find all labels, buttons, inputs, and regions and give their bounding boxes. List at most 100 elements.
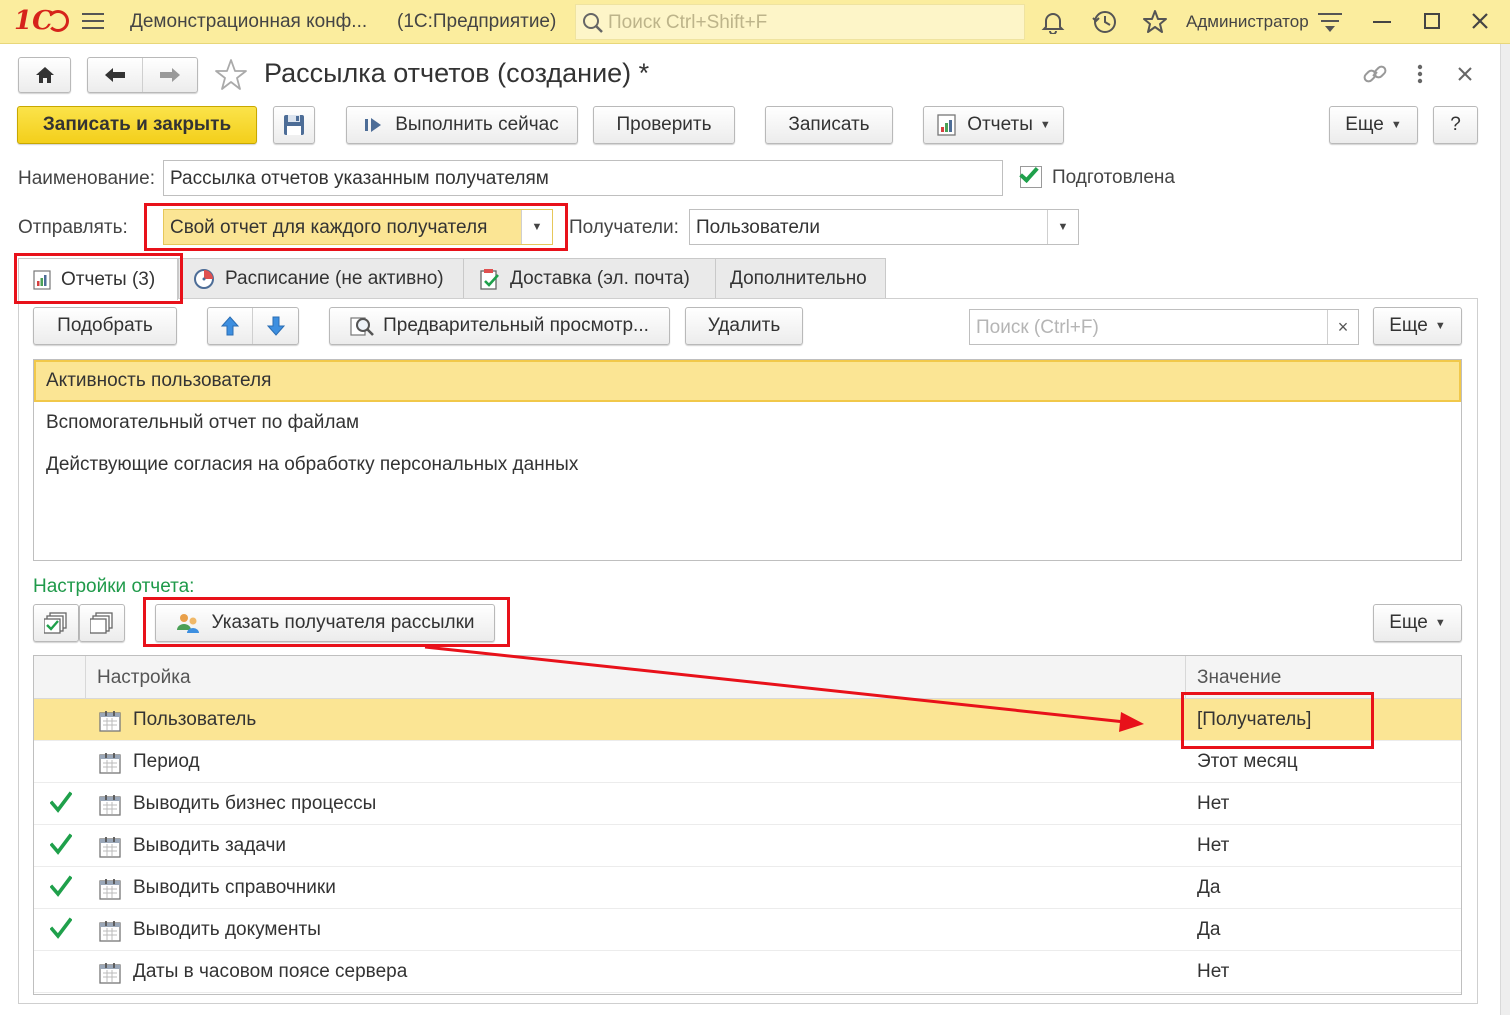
chevron-down-icon[interactable]: ▼ — [521, 210, 552, 244]
setting-value[interactable]: [Получатель] — [1197, 709, 1311, 731]
recipients-select[interactable]: Пользователи ▼ — [689, 209, 1079, 245]
send-mode-select[interactable]: Свой отчет для каждого получателя ▼ — [163, 209, 553, 245]
table-row[interactable]: Пользователь [Получатель] — [34, 699, 1461, 741]
reports-more-button[interactable]: Еще ▼ — [1373, 307, 1462, 345]
table-row[interactable]: Выводить документы Да — [34, 909, 1461, 951]
table-header: Настройка Значение — [34, 656, 1461, 699]
magnifier-icon — [350, 317, 375, 336]
uncheck-all-icon — [90, 612, 113, 634]
reports-menu-button[interactable]: Отчеты ▼ — [923, 106, 1064, 144]
run-now-button[interactable]: Выполнить сейчас — [346, 106, 578, 144]
report-icon — [33, 269, 51, 290]
specify-recipient-button[interactable]: Указать получателя рассылки — [155, 604, 495, 642]
send-label: Отправлять: — [18, 217, 128, 238]
star-icon[interactable] — [1142, 9, 1168, 35]
app-platform: (1С:Предприятие) — [397, 11, 557, 32]
more-button[interactable]: Еще ▼ — [1329, 106, 1418, 144]
uncheck-all-button[interactable] — [79, 604, 125, 642]
arrow-right-icon — [159, 68, 180, 82]
chevron-down-icon: ▼ — [1434, 320, 1446, 332]
favorite-star-icon[interactable] — [214, 58, 248, 92]
move-down-button[interactable] — [253, 308, 298, 344]
table-row[interactable]: Выводить справочники Да — [34, 867, 1461, 909]
row-use-checkbox[interactable] — [50, 833, 72, 857]
name-field[interactable]: Рассылка отчетов указанным получателям — [163, 160, 1003, 196]
reports-search-input[interactable]: Поиск (Ctrl+F) × — [969, 309, 1359, 345]
check-button[interactable]: Проверить — [593, 106, 735, 144]
global-search-input[interactable]: Поиск Ctrl+Shift+F — [575, 4, 1025, 40]
list-item[interactable]: Вспомогательный отчет по файлам — [34, 402, 1461, 444]
close-icon[interactable] — [1470, 11, 1490, 31]
home-icon — [35, 67, 54, 83]
settings-icon[interactable] — [1318, 11, 1342, 33]
name-label: Наименование: — [18, 168, 155, 189]
form-close-icon[interactable] — [1458, 67, 1472, 81]
bell-icon[interactable] — [1041, 10, 1065, 34]
menu-icon[interactable] — [82, 10, 104, 32]
back-button[interactable] — [88, 58, 143, 92]
arrow-up-icon — [221, 316, 239, 336]
help-button[interactable]: ? — [1433, 106, 1478, 144]
list-item[interactable]: Активность пользователя — [34, 360, 1461, 402]
chevron-down-icon: ▼ — [1390, 119, 1402, 131]
settings-more-button[interactable]: Еще ▼ — [1373, 604, 1462, 642]
column-header-value[interactable]: Значение — [1197, 667, 1281, 689]
maximize-icon[interactable] — [1424, 13, 1440, 29]
setting-name: Даты в часовом поясе сервера — [133, 961, 408, 982]
setting-table-icon — [98, 835, 122, 859]
tab-additional[interactable]: Дополнительно — [715, 258, 886, 298]
tab-schedule[interactable]: Расписание (не активно) — [178, 258, 464, 298]
form-menu-icon[interactable] — [1417, 64, 1423, 84]
nav-back-forward — [87, 57, 198, 93]
floppy-icon — [284, 115, 304, 135]
report-icon — [937, 114, 956, 136]
chevron-down-icon: ▼ — [1039, 119, 1051, 131]
app-title: Демонстрационная конф... — [130, 11, 368, 32]
recipients-label: Получатели: — [569, 217, 679, 238]
tab-delivery[interactable]: Доставка (эл. почта) — [463, 258, 716, 298]
users-icon — [176, 614, 199, 633]
tab-reports[interactable]: Отчеты (3) — [18, 258, 178, 300]
setting-value[interactable]: Нет — [1197, 961, 1229, 983]
history-icon[interactable] — [1092, 9, 1118, 35]
prepared-checkbox[interactable] — [1019, 162, 1042, 188]
check-all-icon — [44, 612, 67, 634]
form-title: Рассылка отчетов (создание) * — [264, 58, 650, 88]
delete-button[interactable]: Удалить — [685, 307, 803, 345]
move-up-button[interactable] — [208, 308, 254, 344]
setting-value[interactable]: Нет — [1197, 835, 1229, 857]
table-row[interactable]: Выводить бизнес процессы Нет — [34, 783, 1461, 825]
table-row[interactable]: Период Этот месяц — [34, 741, 1461, 783]
link-icon[interactable] — [1362, 61, 1388, 87]
save-and-close-button[interactable]: Записать и закрыть — [17, 106, 257, 144]
clear-icon[interactable]: × — [1327, 310, 1358, 344]
setting-value[interactable]: Да — [1197, 919, 1220, 941]
setting-value[interactable]: Этот месяц — [1197, 751, 1298, 773]
setting-table-icon — [98, 961, 122, 985]
setting-value[interactable]: Да — [1197, 877, 1220, 899]
table-row[interactable]: Даты в часовом поясе сервера Нет — [34, 951, 1461, 993]
setting-name: Выводить документы — [133, 919, 321, 940]
row-use-checkbox[interactable] — [50, 875, 72, 899]
logo[interactable]: 1С — [14, 6, 69, 36]
home-button[interactable] — [18, 57, 71, 93]
setting-value[interactable]: Нет — [1197, 793, 1229, 815]
setting-name: Выводить бизнес процессы — [133, 793, 377, 814]
save-button[interactable]: Записать — [765, 106, 893, 144]
clock-icon — [194, 268, 214, 289]
column-header-setting[interactable]: Настройка — [97, 667, 191, 689]
chevron-down-icon[interactable]: ▼ — [1047, 210, 1078, 244]
list-item[interactable]: Действующие согласия на обработку персон… — [34, 444, 1461, 486]
search-icon — [582, 12, 604, 34]
row-use-checkbox[interactable] — [50, 791, 72, 815]
check-all-button[interactable] — [33, 604, 79, 642]
preview-button[interactable]: Предварительный просмотр... — [329, 307, 670, 345]
minimize-icon[interactable] — [1373, 21, 1391, 23]
table-row[interactable]: Выводить задачи Нет — [34, 825, 1461, 867]
save-icon-button[interactable] — [273, 106, 315, 144]
current-user[interactable]: Администратор — [1186, 12, 1309, 32]
pick-button[interactable]: Подобрать — [33, 307, 177, 345]
row-use-checkbox[interactable] — [50, 917, 72, 941]
forward-button[interactable] — [143, 58, 198, 92]
prepared-label: Подготовлена — [1052, 167, 1175, 188]
